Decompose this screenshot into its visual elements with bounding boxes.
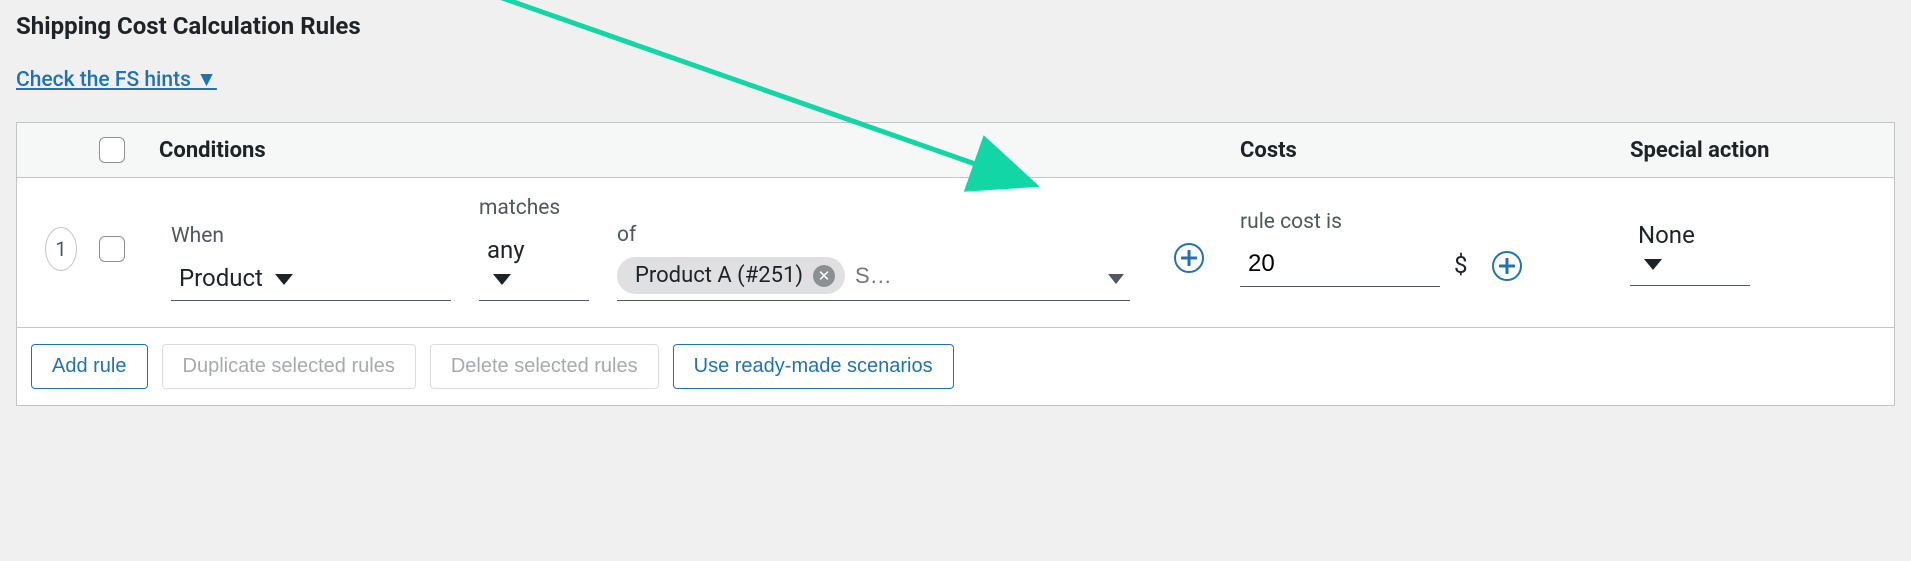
label-of: of [617, 223, 1130, 247]
product-chip-label: Product A (#251) [635, 263, 803, 288]
special-action-select[interactable]: None [1630, 215, 1750, 286]
cost-input[interactable] [1240, 244, 1440, 287]
header-special: Special action [1624, 138, 1894, 163]
chevron-down-icon[interactable] [1108, 274, 1124, 284]
matches-select[interactable]: any [479, 230, 589, 301]
add-cost-button[interactable] [1492, 251, 1522, 281]
label-rule-cost: rule cost is [1240, 210, 1440, 234]
label-when: When [171, 224, 451, 248]
label-matches: matches [479, 196, 589, 220]
duplicate-rules-button[interactable]: Duplicate selected rules [162, 344, 416, 389]
header-conditions: Conditions [147, 138, 1234, 163]
page-title: Shipping Cost Calculation Rules [16, 12, 1895, 40]
remove-chip-icon[interactable]: ✕ [813, 265, 835, 287]
add-rule-button[interactable]: Add rule [31, 344, 148, 389]
chevron-down-icon [1644, 259, 1662, 270]
header-costs: Costs [1234, 138, 1624, 163]
plus-icon [1181, 250, 1197, 266]
use-scenarios-button[interactable]: Use ready-made scenarios [673, 344, 954, 389]
chevron-down-icon [493, 274, 511, 285]
rule-row: 1 When Product matches any [17, 178, 1894, 328]
product-chip: Product A (#251) ✕ [617, 257, 845, 294]
fs-hints-link[interactable]: Check the FS hints ▼ [16, 68, 217, 92]
when-select[interactable]: Product [171, 258, 451, 301]
chevron-down-icon [275, 274, 293, 285]
product-search-input[interactable] [855, 263, 915, 289]
product-token-field[interactable]: Product A (#251) ✕ [617, 257, 1130, 301]
rules-table: Conditions Costs Special action 1 When [16, 122, 1895, 406]
select-all-checkbox[interactable] [99, 137, 125, 163]
plus-icon [1499, 258, 1515, 274]
add-condition-button[interactable] [1174, 243, 1204, 273]
currency-label: $ [1454, 251, 1468, 279]
row-checkbox[interactable] [99, 236, 125, 262]
table-header: Conditions Costs Special action [17, 123, 1894, 178]
table-footer: Add rule Duplicate selected rules Delete… [17, 328, 1894, 405]
row-number: 1 [45, 227, 77, 271]
delete-rules-button[interactable]: Delete selected rules [430, 344, 659, 389]
